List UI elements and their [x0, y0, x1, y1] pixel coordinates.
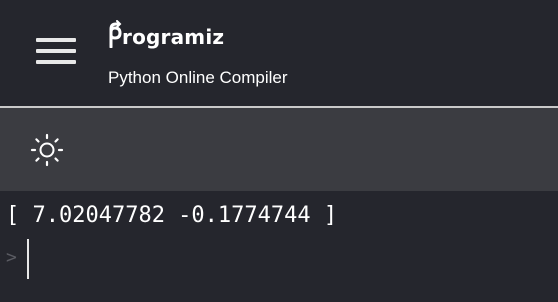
- console-output[interactable]: [ 7.02047782 -0.1774744 ] >: [0, 191, 558, 302]
- output-line: [ 7.02047782 -0.1774744 ]: [6, 203, 338, 228]
- logo-text: rogramiz: [122, 25, 225, 49]
- app-header: rogramiz Python Online Compiler: [0, 0, 558, 106]
- hamburger-menu-icon[interactable]: [36, 38, 76, 64]
- theme-toggle-button[interactable]: [30, 133, 64, 167]
- text-cursor: [26, 239, 29, 279]
- toolbar: [0, 108, 558, 191]
- console-input[interactable]: >: [6, 239, 29, 279]
- brand[interactable]: rogramiz Python Online Compiler: [108, 18, 288, 88]
- programiz-p-logo-icon: [109, 20, 122, 48]
- page-subtitle: Python Online Compiler: [108, 68, 288, 87]
- prompt-symbol: >: [6, 247, 17, 268]
- programiz-logo[interactable]: rogramiz: [108, 18, 288, 48]
- sun-icon: [30, 133, 64, 167]
